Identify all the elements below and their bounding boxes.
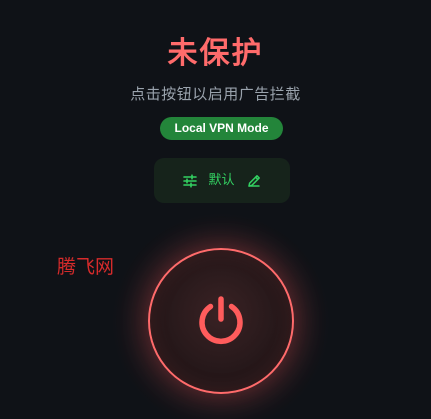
watermark-text: 腾飞网 xyxy=(57,256,115,278)
sliders-icon xyxy=(182,173,198,189)
profile-button[interactable]: 默认 xyxy=(154,158,290,203)
profile-label: 默认 xyxy=(208,172,235,188)
pencil-icon[interactable] xyxy=(246,173,262,189)
power-icon xyxy=(192,292,250,350)
power-toggle-button[interactable] xyxy=(148,248,294,394)
app-screen: 未保护 点击按钮以启用广告拦截 Local VPN Mode 默认 腾飞网 xyxy=(0,0,431,419)
status-subtitle: 点击按钮以启用广告拦截 xyxy=(130,85,301,103)
mode-badge: Local VPN Mode xyxy=(160,117,283,140)
protection-status-title: 未保护 xyxy=(167,36,264,71)
